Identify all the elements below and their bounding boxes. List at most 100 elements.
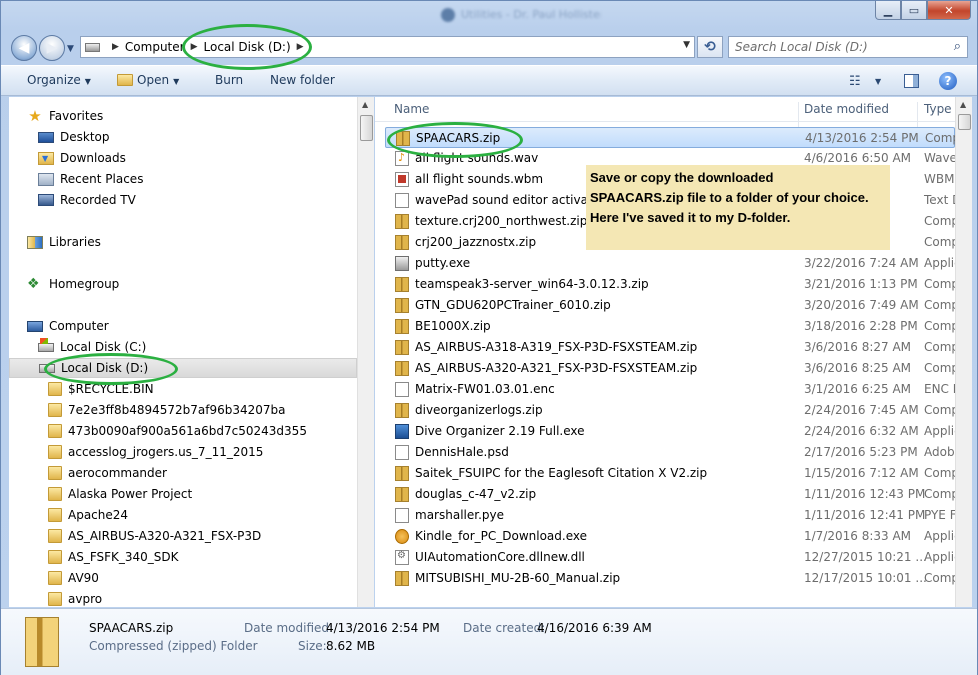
file-type: Comp xyxy=(924,319,955,333)
column-name[interactable]: Name xyxy=(394,102,429,116)
file-row[interactable]: UIAutomationCore.dllnew.dll 12/27/2015 10… xyxy=(385,547,955,568)
file-row[interactable]: MITSUBISHI_MU-2B-60_Manual.zip 12/17/2015… xyxy=(385,568,955,589)
nav-label: avpro xyxy=(68,592,103,606)
address-dropdown-icon[interactable]: ▼ xyxy=(683,40,690,50)
nav-folder[interactable]: Alaska Power Project xyxy=(48,484,192,504)
new-folder-button[interactable]: New folder xyxy=(270,73,335,87)
file-date: 1/11/2016 12:43 PM xyxy=(804,487,926,501)
minimize-button[interactable]: ▁ xyxy=(875,1,901,20)
help-icon[interactable]: ? xyxy=(939,72,957,90)
details-modified-value: 4/13/2016 2:54 PM xyxy=(326,621,440,635)
nav-libraries[interactable]: Libraries xyxy=(27,232,101,252)
nav-label: Downloads xyxy=(60,151,126,165)
column-date-modified[interactable]: Date modified xyxy=(804,102,889,116)
column-divider[interactable] xyxy=(917,102,918,127)
column-divider[interactable] xyxy=(798,102,799,127)
close-button[interactable]: ✕ xyxy=(927,1,971,20)
breadcrumb-chevron-icon[interactable]: ▶ xyxy=(112,42,119,52)
breadcrumb-local-disk-d[interactable]: Local Disk (D:) xyxy=(204,40,291,54)
nav-folder[interactable]: 473b0090af900a561a6bd7c50243d355 xyxy=(48,421,307,441)
file-row[interactable]: teamspeak3-server_win64-3.0.12.3.zip 3/21… xyxy=(385,274,955,295)
column-type[interactable]: Type xyxy=(924,102,952,116)
breadcrumb-chevron-icon[interactable]: ▶ xyxy=(191,42,198,52)
file-row[interactable]: AS_AIRBUS-A318-A319_FSX-P3D-FSXSTEAM.zip… xyxy=(385,337,955,358)
nav-label: 473b0090af900a561a6bd7c50243d355 xyxy=(68,424,307,438)
nav-folder[interactable]: AV90 xyxy=(48,568,99,588)
file-row[interactable]: Dive Organizer 2.19 Full.exe 2/24/2016 6:… xyxy=(385,421,955,442)
folder-icon xyxy=(48,445,62,459)
nav-recorded-tv[interactable]: Recorded TV xyxy=(38,190,136,210)
zip-file-icon xyxy=(395,214,409,229)
view-options-dropdown[interactable]: ▼ xyxy=(875,77,881,86)
file-type: Comp xyxy=(924,361,955,375)
nav-folder[interactable]: 7e2e3ff8b4894572b7af96b34207ba xyxy=(48,400,286,420)
file-name: all flight sounds.wav xyxy=(415,151,539,165)
maximize-button[interactable]: ▭ xyxy=(901,1,927,20)
file-date: 3/18/2016 2:28 PM xyxy=(804,319,918,333)
chevron-down-icon: ▼ xyxy=(84,77,91,86)
nav-local-disk-c[interactable]: Local Disk (C:) xyxy=(38,337,146,357)
nav-recent-places[interactable]: Recent Places xyxy=(38,169,143,189)
file-row[interactable]: diveorganizerlogs.zip 2/24/2016 7:45 AM Co… xyxy=(385,400,955,421)
file-type: WBM xyxy=(924,172,955,186)
file-row[interactable]: AS_AIRBUS-A320-A321_FSX-P3D-FSXSTEAM.zip… xyxy=(385,358,955,379)
scroll-up-icon[interactable]: ▲ xyxy=(960,100,966,109)
nav-scrollbar-thumb[interactable] xyxy=(360,115,373,141)
nav-folder[interactable]: $RECYCLE.BIN xyxy=(48,379,154,399)
open-button[interactable]: Open ▼ xyxy=(117,73,179,87)
file-date: 3/6/2016 8:25 AM xyxy=(804,361,912,375)
libraries-icon xyxy=(27,235,43,249)
file-row[interactable]: DennisHale.psd 2/17/2016 5:23 PM Adob xyxy=(385,442,955,463)
nav-folder[interactable]: accesslog_jrogers.us_7_11_2015 xyxy=(48,442,263,462)
file-list-scrollbar[interactable]: ▲ xyxy=(955,97,972,607)
note-line: Save or copy the downloaded xyxy=(590,170,774,185)
folder-icon xyxy=(48,592,62,606)
nav-computer[interactable]: Computer xyxy=(27,316,109,336)
file-type: Comp xyxy=(924,466,955,480)
burn-button[interactable]: Burn xyxy=(215,73,243,87)
nav-folder[interactable]: AS_AIRBUS-A320-A321_FSX-P3D xyxy=(48,526,261,546)
file-row[interactable]: SPAACARS.zip 4/13/2016 2:54 PM Comp xyxy=(385,127,955,148)
file-list-scrollbar-thumb[interactable] xyxy=(958,114,971,130)
back-button[interactable]: ◀ xyxy=(11,35,37,61)
file-row[interactable]: douglas_c-47_v2.zip 1/11/2016 12:43 PM Com… xyxy=(385,484,955,505)
file-name: MITSUBISHI_MU-2B-60_Manual.zip xyxy=(415,571,621,585)
file-row[interactable]: Matrix-FW01.03.01.enc 3/1/2016 6:25 AM ENC… xyxy=(385,379,955,400)
scroll-up-icon[interactable]: ▲ xyxy=(362,100,368,109)
details-kind: Compressed (zipped) Folder xyxy=(89,639,258,653)
file-row[interactable]: Saitek_FSUIPC for the Eaglesoft Citation… xyxy=(385,463,955,484)
preview-pane-icon[interactable] xyxy=(904,74,919,88)
file-name: all flight sounds.wbm xyxy=(415,172,544,186)
file-row[interactable]: BE1000X.zip 3/18/2016 2:28 PM Comp xyxy=(385,316,955,337)
address-bar[interactable]: ▶ Computer ▶ Local Disk (D:) ▶ ▼ xyxy=(80,36,695,58)
forward-button[interactable]: ▶ xyxy=(39,35,65,61)
file-row[interactable]: Kindle_for_PC_Download.exe 1/7/2016 8:33 … xyxy=(385,526,955,547)
file-row[interactable]: GTN_GDU620PCTrainer_6010.zip 3/20/2016 7:… xyxy=(385,295,955,316)
nav-homegroup[interactable]: ❖ Homegroup xyxy=(27,274,119,294)
change-view-icon[interactable]: ☷ xyxy=(849,74,861,89)
breadcrumb-chevron-icon[interactable]: ▶ xyxy=(297,42,304,52)
breadcrumb-computer[interactable]: Computer xyxy=(125,40,185,54)
file-type: Applic xyxy=(924,550,955,564)
nav-scrollbar[interactable]: ▲ xyxy=(357,97,374,607)
nav-favorites[interactable]: ★ Favorites xyxy=(27,106,103,126)
file-name: SPAACARS.zip xyxy=(416,131,501,145)
organize-button[interactable]: Organize ▼ xyxy=(27,73,91,87)
nav-folder[interactable]: Apache24 xyxy=(48,505,128,525)
nav-label: $RECYCLE.BIN xyxy=(68,382,154,396)
file-row[interactable]: marshaller.pye 1/11/2016 12:41 PM PYE F xyxy=(385,505,955,526)
nav-folder[interactable]: avpro xyxy=(48,589,102,607)
title-bar: Utilities - Dr. Paul Hollister ▁ ▭ ✕ xyxy=(1,1,977,31)
window-title-blurred: Utilities - Dr. Paul Hollister xyxy=(441,8,601,24)
nav-desktop[interactable]: Desktop xyxy=(38,127,110,147)
recent-pages-dropdown[interactable]: ▼ xyxy=(67,44,74,54)
zip-file-icon xyxy=(395,298,409,313)
search-icon[interactable]: ⌕ xyxy=(954,39,961,54)
nav-local-disk-d[interactable]: Local Disk (D:) xyxy=(9,358,357,378)
nav-downloads[interactable]: Downloads xyxy=(38,148,126,168)
nav-folder[interactable]: aerocommander xyxy=(48,463,167,483)
refresh-button[interactable]: ⟲ xyxy=(697,36,723,58)
nav-folder[interactable]: AS_FSFK_340_SDK xyxy=(48,547,179,567)
search-input[interactable]: Search Local Disk (D:) ⌕ xyxy=(728,36,968,58)
file-row[interactable]: putty.exe 3/22/2016 7:24 AM Applic xyxy=(385,253,955,274)
